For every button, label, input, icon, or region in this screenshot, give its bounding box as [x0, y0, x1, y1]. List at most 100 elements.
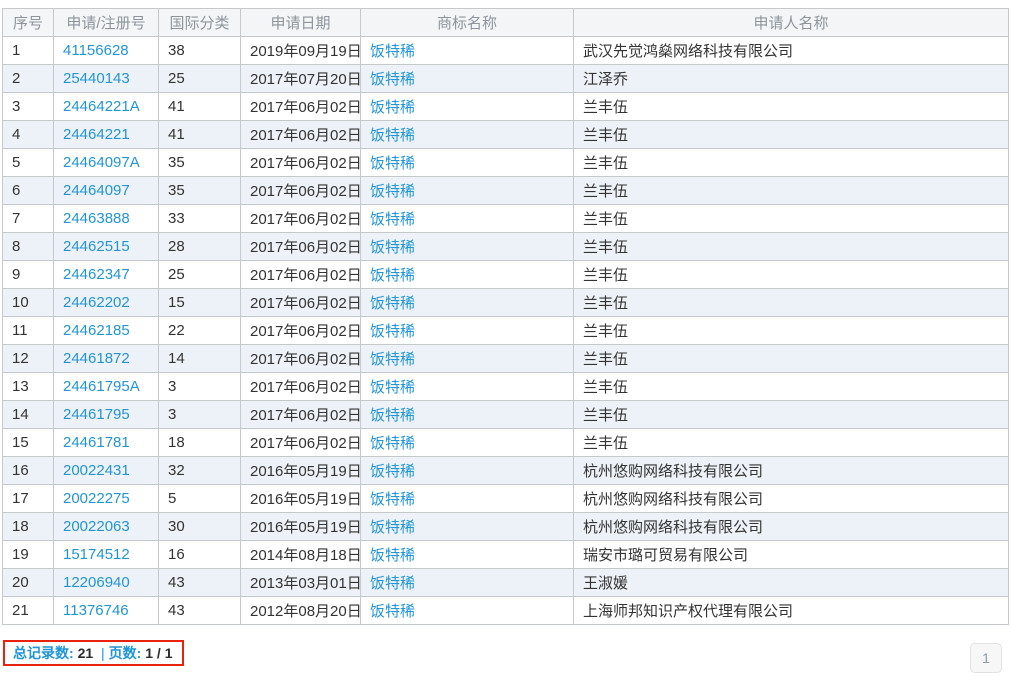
trademark-name-link[interactable]: 饭特稀: [370, 407, 415, 424]
registration-number-link[interactable]: 11376746: [63, 602, 129, 619]
cell-intl_class: 25: [159, 65, 241, 93]
cell-app_date: 2013年03月01日: [241, 569, 361, 597]
cell-applicant: 兰丰伍: [574, 401, 1009, 429]
trademark-name-link[interactable]: 饭特稀: [370, 267, 415, 284]
trademark-name-link[interactable]: 饭特稀: [370, 519, 415, 536]
cell-seq: 16: [3, 457, 54, 485]
total-records-label: 总记录数:: [13, 643, 74, 663]
footer-separator: |: [97, 645, 109, 661]
trademark-name-link[interactable]: 饭特稀: [370, 183, 415, 200]
registration-number-link[interactable]: 24464221: [63, 126, 130, 143]
cell-seq: 6: [3, 177, 54, 205]
trademark-name-link[interactable]: 饭特稀: [370, 575, 415, 592]
cell-seq: 7: [3, 205, 54, 233]
registration-number-link[interactable]: 25440143: [63, 70, 130, 87]
trademark-name-link[interactable]: 饭特稀: [370, 239, 415, 256]
col-header-reg_no: 申请/注册号: [54, 9, 159, 37]
cell-seq: 5: [3, 149, 54, 177]
cell-applicant: 上海师邦知识产权代理有限公司: [574, 597, 1009, 625]
cell-reg_no: 25440143: [54, 65, 159, 93]
cell-reg_no: 24464221A: [54, 93, 159, 121]
trademark-results-table-container: 序号申请/注册号国际分类申请日期商标名称申请人名称 14115662838201…: [2, 8, 1008, 625]
registration-number-link[interactable]: 12206940: [63, 574, 130, 591]
registration-number-link[interactable]: 24462347: [63, 266, 130, 283]
cell-intl_class: 3: [159, 401, 241, 429]
trademark-name-link[interactable]: 饭特稀: [370, 379, 415, 396]
trademark-name-link[interactable]: 饭特稀: [370, 547, 415, 564]
cell-trademark: 饭特稀: [361, 541, 574, 569]
trademark-name-link[interactable]: 饭特稀: [370, 491, 415, 508]
registration-number-link[interactable]: 24461781: [63, 434, 130, 451]
table-row: 2111376746432012年08月20日饭特稀上海师邦知识产权代理有限公司: [3, 597, 1009, 625]
trademark-name-link[interactable]: 饭特稀: [370, 211, 415, 228]
cell-applicant: 兰丰伍: [574, 289, 1009, 317]
cell-intl_class: 38: [159, 37, 241, 65]
cell-applicant: 王淑媛: [574, 569, 1009, 597]
cell-reg_no: 24462347: [54, 261, 159, 289]
registration-number-link[interactable]: 20022275: [63, 490, 130, 507]
cell-reg_no: 24463888: [54, 205, 159, 233]
cell-seq: 8: [3, 233, 54, 261]
cell-seq: 12: [3, 345, 54, 373]
table-row: 924462347252017年06月02日饭特稀兰丰伍: [3, 261, 1009, 289]
trademark-name-link[interactable]: 饭特稀: [370, 155, 415, 172]
table-row: 1324461795A32017年06月02日饭特稀兰丰伍: [3, 373, 1009, 401]
cell-intl_class: 3: [159, 373, 241, 401]
cell-reg_no: 20022431: [54, 457, 159, 485]
cell-seq: 15: [3, 429, 54, 457]
registration-number-link[interactable]: 20022063: [63, 518, 130, 535]
table-row: 172002227552016年05月19日饭特稀杭州悠购网络科技有限公司: [3, 485, 1009, 513]
cell-applicant: 兰丰伍: [574, 373, 1009, 401]
registration-number-link[interactable]: 24464221A: [63, 98, 140, 115]
cell-applicant: 兰丰伍: [574, 93, 1009, 121]
cell-trademark: 饭特稀: [361, 205, 574, 233]
table-row: 624464097352017年06月02日饭特稀兰丰伍: [3, 177, 1009, 205]
cell-app_date: 2019年09月19日: [241, 37, 361, 65]
registration-number-link[interactable]: 24462515: [63, 238, 130, 255]
registration-number-link[interactable]: 24461795: [63, 406, 130, 423]
cell-intl_class: 14: [159, 345, 241, 373]
trademark-name-link[interactable]: 饭特稀: [370, 71, 415, 88]
table-row: 1820022063302016年05月19日饭特稀杭州悠购网络科技有限公司: [3, 513, 1009, 541]
trademark-name-link[interactable]: 饭特稀: [370, 603, 415, 620]
cell-trademark: 饭特稀: [361, 261, 574, 289]
col-header-applicant: 申请人名称: [574, 9, 1009, 37]
trademark-name-link[interactable]: 饭特稀: [370, 127, 415, 144]
registration-number-link[interactable]: 15174512: [63, 546, 130, 563]
registration-number-link[interactable]: 24461795A: [63, 378, 140, 395]
cell-seq: 14: [3, 401, 54, 429]
trademark-name-link[interactable]: 饭特稀: [370, 99, 415, 116]
page-count-label: 页数:: [109, 643, 142, 663]
registration-number-link[interactable]: 24462202: [63, 294, 130, 311]
cell-intl_class: 15: [159, 289, 241, 317]
cell-reg_no: 24464097: [54, 177, 159, 205]
cell-app_date: 2012年08月20日: [241, 597, 361, 625]
cell-reg_no: 24464221: [54, 121, 159, 149]
table-row: 424464221412017年06月02日饭特稀兰丰伍: [3, 121, 1009, 149]
trademark-name-link[interactable]: 饭特稀: [370, 323, 415, 340]
cell-trademark: 饭特稀: [361, 149, 574, 177]
registration-number-link[interactable]: 24462185: [63, 322, 130, 339]
registration-number-link[interactable]: 24461872: [63, 350, 130, 367]
cell-applicant: 兰丰伍: [574, 345, 1009, 373]
cell-intl_class: 41: [159, 121, 241, 149]
pagination-page-1-button[interactable]: 1: [970, 643, 1002, 673]
trademark-name-link[interactable]: 饭特稀: [370, 463, 415, 480]
trademark-name-link[interactable]: 饭特稀: [370, 435, 415, 452]
registration-number-link[interactable]: 41156628: [63, 42, 129, 59]
trademark-name-link[interactable]: 饭特稀: [370, 351, 415, 368]
cell-app_date: 2017年06月02日: [241, 261, 361, 289]
registration-number-link[interactable]: 24463888: [63, 210, 130, 227]
registration-number-link[interactable]: 24464097A: [63, 154, 140, 171]
trademark-name-link[interactable]: 饭特稀: [370, 43, 415, 60]
registration-number-link[interactable]: 24464097: [63, 182, 130, 199]
table-row: 1224461872142017年06月02日饭特稀兰丰伍: [3, 345, 1009, 373]
cell-seq: 4: [3, 121, 54, 149]
cell-reg_no: 24461795: [54, 401, 159, 429]
trademark-name-link[interactable]: 饭特稀: [370, 295, 415, 312]
cell-app_date: 2017年06月02日: [241, 401, 361, 429]
cell-trademark: 饭特稀: [361, 345, 574, 373]
cell-app_date: 2016年05月19日: [241, 457, 361, 485]
total-records-value: 21: [74, 645, 97, 661]
registration-number-link[interactable]: 20022431: [63, 462, 130, 479]
